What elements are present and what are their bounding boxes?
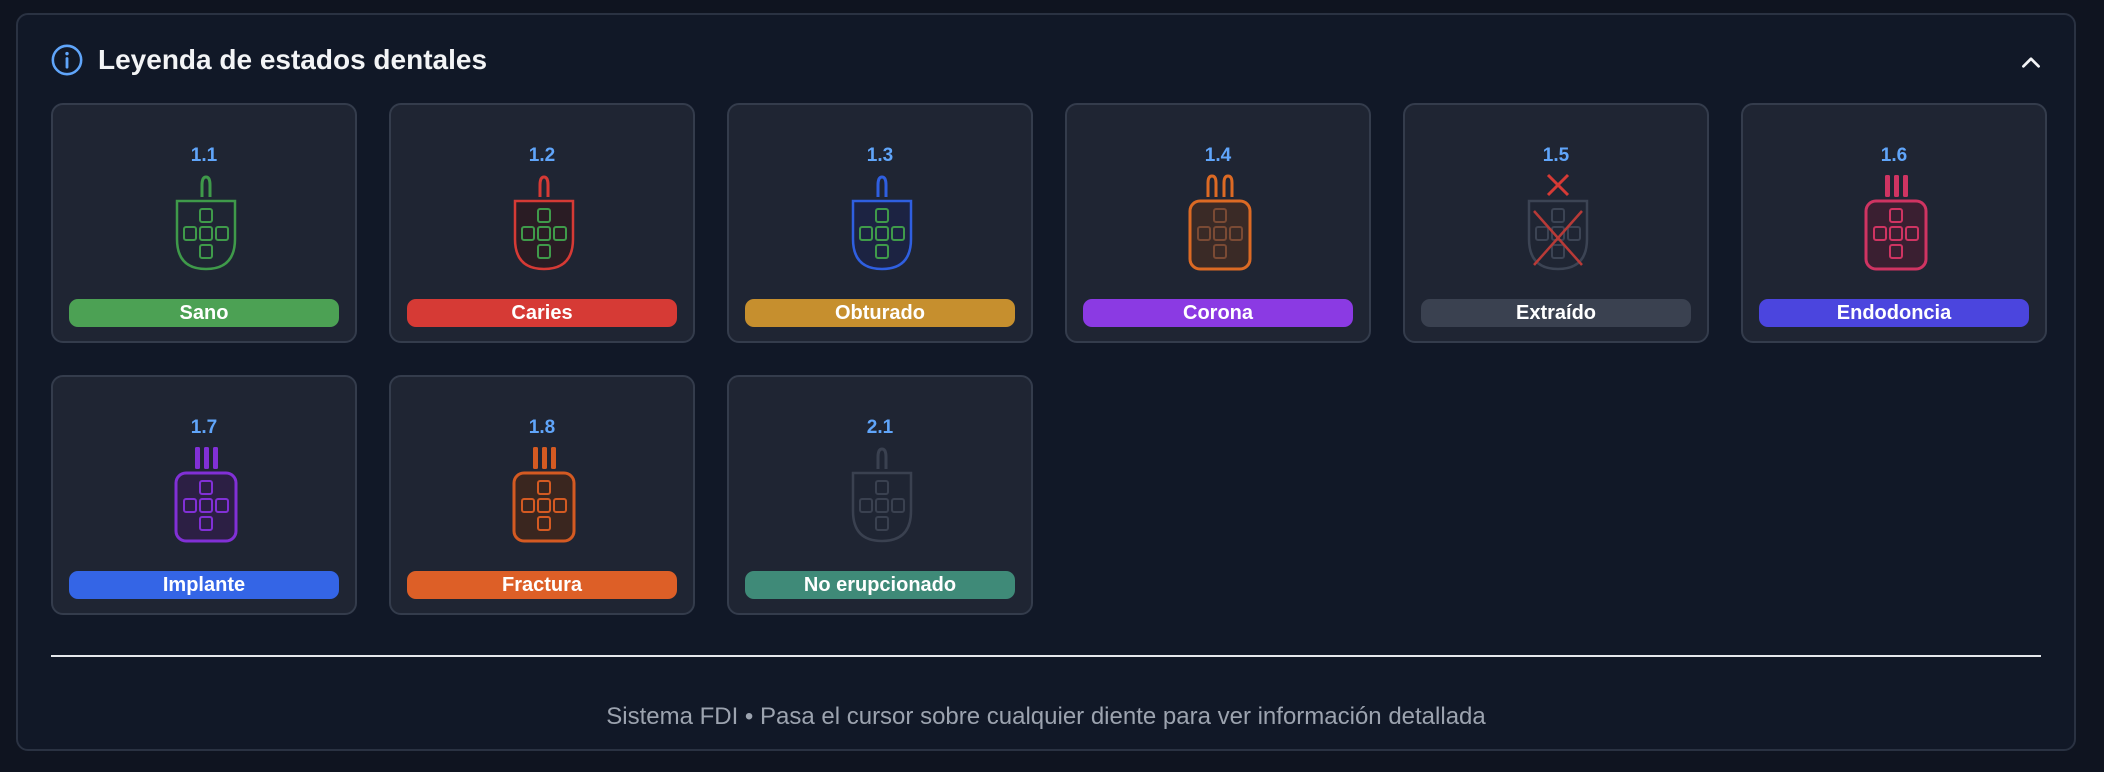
fdi-code: 2.1 (866, 417, 894, 438)
legend-card-obturado[interactable]: 1.3 Obturado (727, 103, 1033, 343)
legend-card-sano[interactable]: 1.1 Sano (51, 103, 357, 343)
fdi-code: 1.1 (190, 145, 218, 166)
tooth-icon (513, 175, 575, 271)
legend-card-fractura[interactable]: 1.8 Fractura (389, 375, 695, 615)
legend-header: Leyenda de estados dentales (50, 43, 487, 77)
fdi-code: 1.8 (528, 417, 556, 438)
legend-card-corona[interactable]: 1.4 Corona (1065, 103, 1371, 343)
legend-card-no-erupcionado[interactable]: 2.1 No erupcionado (727, 375, 1033, 615)
tooth-icon (512, 447, 576, 543)
status-badge: Extraído (1421, 299, 1691, 327)
fdi-code: 1.7 (190, 417, 218, 438)
tooth-icon (1527, 173, 1589, 271)
status-badge: Endodoncia (1759, 299, 2029, 327)
legend-title: Leyenda de estados dentales (98, 44, 488, 75)
chevron-up-icon[interactable] (2018, 49, 2044, 75)
legend-card-endodoncia[interactable]: 1.6 Endodoncia (1741, 103, 2047, 343)
status-badge: Implante (69, 571, 339, 599)
tooth-icon (175, 175, 237, 271)
divider (51, 655, 2041, 657)
status-badge: Corona (1083, 299, 1353, 327)
status-badge: Caries (407, 299, 677, 327)
status-badge: Obturado (745, 299, 1015, 327)
fdi-code: 1.6 (1880, 145, 1908, 166)
legend-card-extraído[interactable]: 1.5 Extraído (1403, 103, 1709, 343)
tooth-icon (851, 175, 913, 271)
status-badge: Fractura (407, 571, 677, 599)
fdi-code: 1.4 (1204, 145, 1232, 166)
legend-grid: 1.1 Sano 1.2 Caries 1.3 Obturado 1.4 Corona 1.5 E… (51, 103, 2047, 615)
fdi-code: 1.3 (866, 145, 894, 166)
status-badge: No erupcionado (745, 571, 1015, 599)
tooth-icon (174, 447, 238, 543)
info-circle-icon (51, 44, 83, 76)
tooth-icon (851, 447, 913, 543)
legend-footer: Sistema FDI • Pasa el cursor sobre cualq… (606, 703, 1486, 730)
tooth-icon (1864, 175, 1928, 271)
dental-legend-panel: Leyenda de estados dentales 1.1 Sano 1.2 Ca… (16, 13, 2076, 751)
legend-card-caries[interactable]: 1.2 Caries (389, 103, 695, 343)
status-badge: Sano (69, 299, 339, 327)
legend-card-implante[interactable]: 1.7 Implante (51, 375, 357, 615)
tooth-icon (1188, 174, 1252, 271)
fdi-code: 1.2 (528, 145, 556, 166)
fdi-code: 1.5 (1542, 145, 1570, 166)
